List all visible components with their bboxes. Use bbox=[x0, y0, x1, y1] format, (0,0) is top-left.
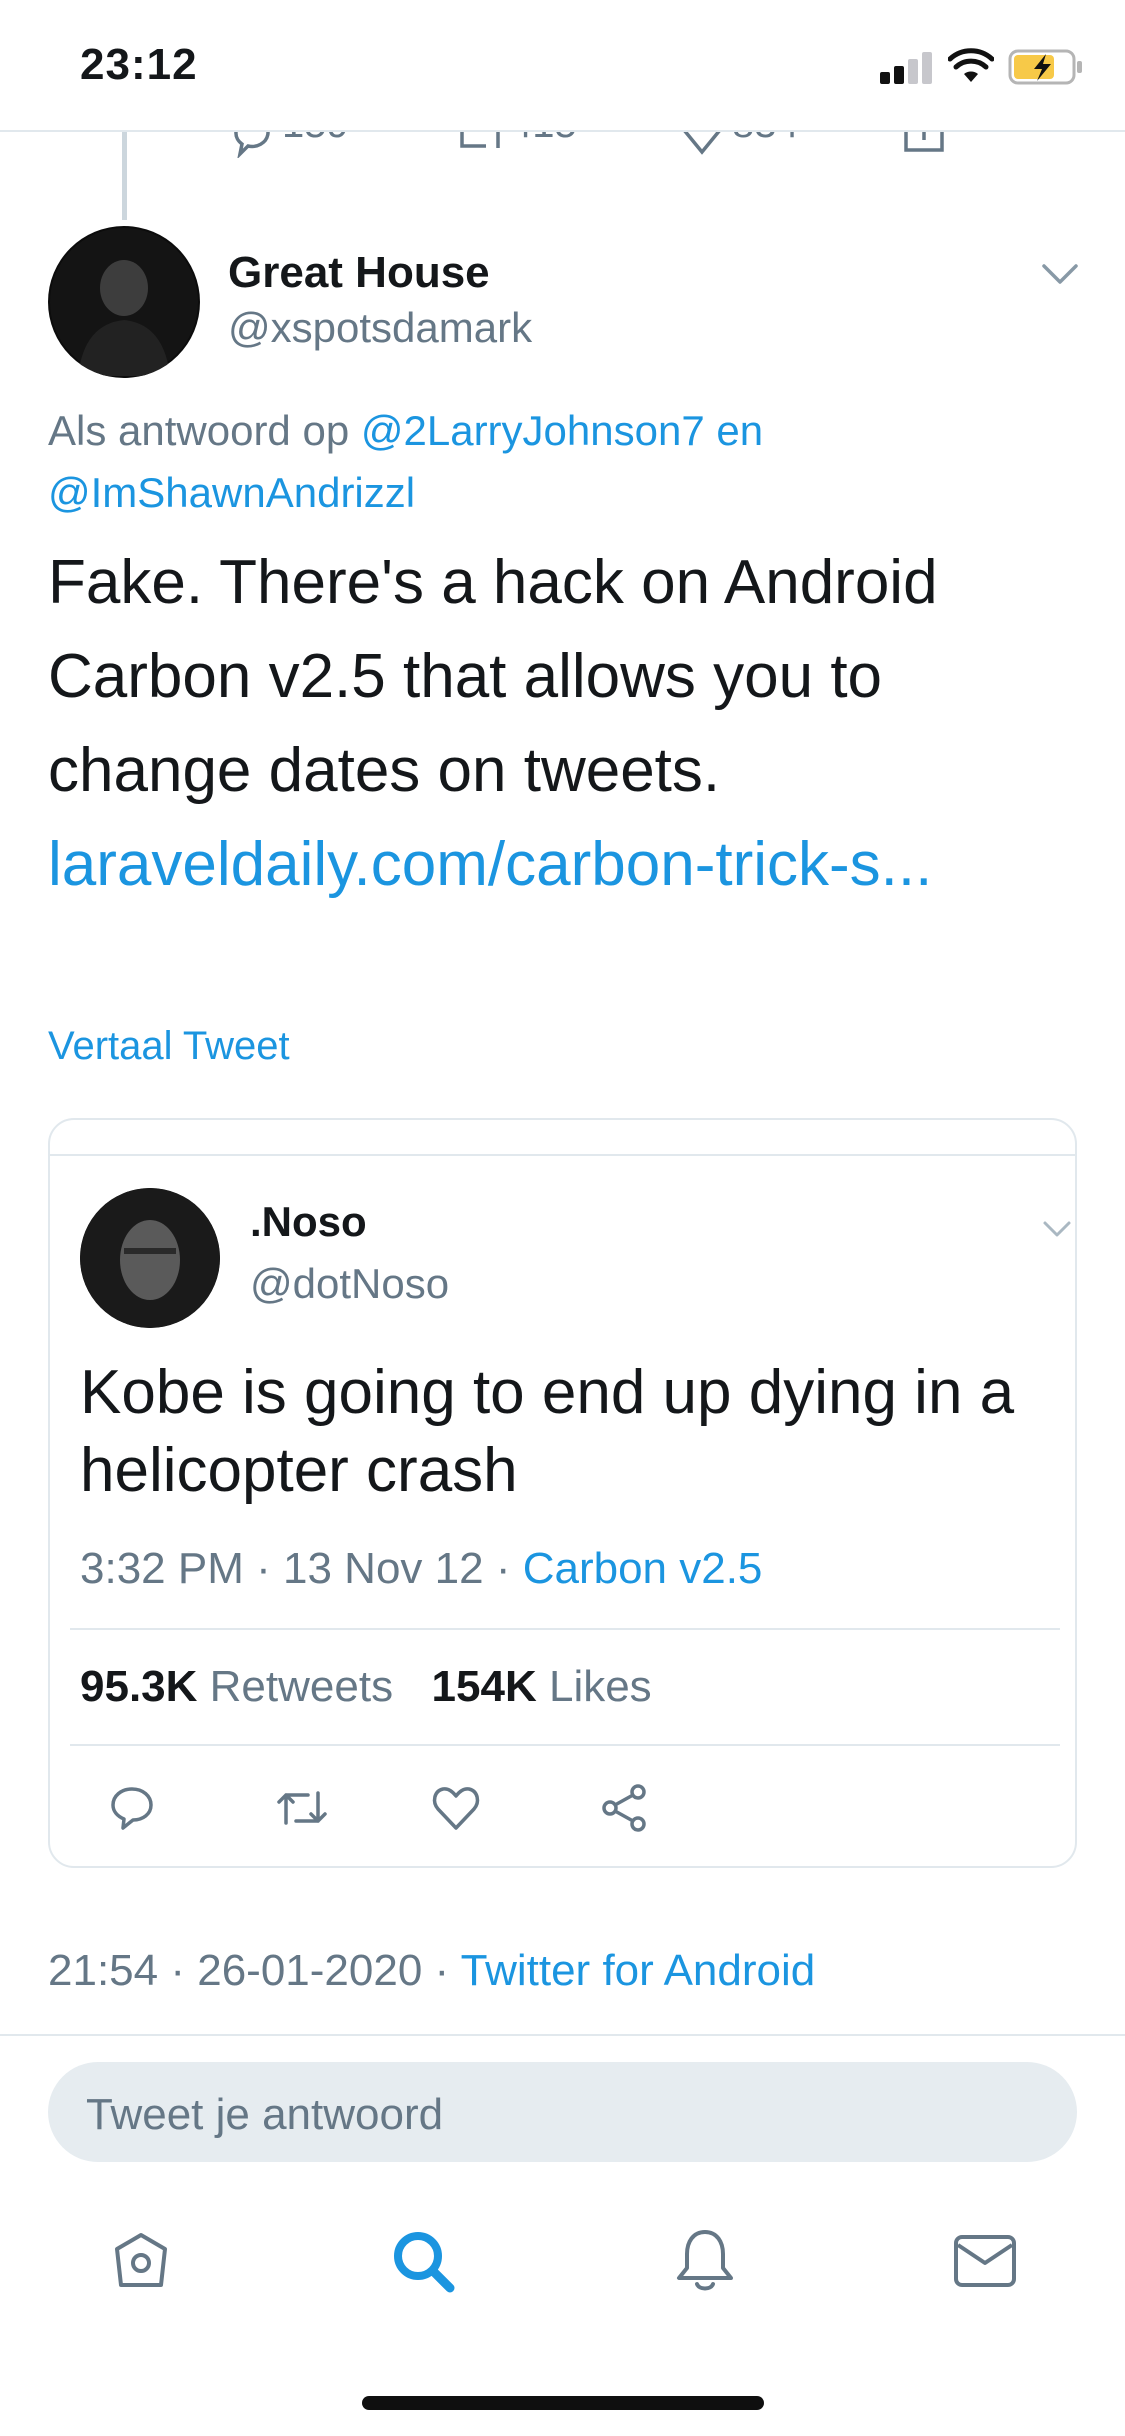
heart-icon bbox=[432, 1787, 480, 1830]
quoted-tweet-card[interactable]: .Noso @dotNoso Kobe is going to end up d… bbox=[48, 1118, 1077, 1868]
reply-mention-link[interactable]: @ImShawnAndrizzl bbox=[48, 469, 415, 516]
quoted-date: 13 Nov 12 bbox=[283, 1544, 484, 1593]
reply-input-placeholder: Tweet je antwoord bbox=[86, 2090, 444, 2139]
home-icon bbox=[115, 2233, 167, 2287]
share-icon bbox=[602, 1784, 646, 1832]
tweet-text: Fake. There's a hack on Android Carbon v… bbox=[48, 548, 938, 805]
retweets-count[interactable]: 95.3K bbox=[80, 1662, 197, 1711]
divider bbox=[0, 2034, 1125, 2036]
reply-context: Als antwoord op @2LarryJohnson7 en @ImSh… bbox=[48, 400, 1078, 524]
quoted-author-name: .Noso bbox=[250, 1198, 367, 1245]
tweet-timestamp: 21:54 · 26-01-2020 · Twitter for Android bbox=[48, 1946, 816, 1995]
nav-home-button[interactable] bbox=[106, 2226, 176, 2296]
reply-input[interactable]: Tweet je antwoord bbox=[48, 2062, 1077, 2162]
quoted-tweet-text: Kobe is going to end up dying in a helic… bbox=[80, 1358, 1015, 1505]
quoted-tweet-meta: 3:32 PM · 13 Nov 12 · Carbon v2.5 bbox=[80, 1544, 763, 1593]
avatar-portrait bbox=[50, 228, 198, 376]
divider bbox=[70, 1628, 1060, 1630]
reply-icon bbox=[111, 1787, 153, 1830]
chevron-down-icon[interactable] bbox=[1042, 1220, 1072, 1238]
author-avatar[interactable] bbox=[48, 226, 200, 378]
quoted-tweet-stats: 95.3K Retweets 154K Likes bbox=[80, 1662, 652, 1712]
search-icon bbox=[394, 2232, 455, 2293]
wifi-icon bbox=[948, 48, 994, 82]
quoted-reply-button[interactable] bbox=[102, 1778, 162, 1838]
likes-count[interactable]: 154K bbox=[432, 1662, 537, 1711]
home-indicator bbox=[362, 2396, 764, 2410]
nav-search-button[interactable] bbox=[388, 2226, 458, 2296]
retweets-label[interactable]: Retweets bbox=[210, 1662, 393, 1711]
quoted-retweet-button[interactable] bbox=[272, 1778, 332, 1838]
messages-icon bbox=[954, 2235, 1016, 2287]
nav-messages-button[interactable] bbox=[950, 2226, 1020, 2296]
translate-tweet-link[interactable]: Vertaal Tweet bbox=[48, 1024, 290, 1069]
retweet-icon bbox=[277, 1791, 327, 1825]
quoted-author-avatar bbox=[80, 1188, 220, 1328]
card-divider bbox=[50, 1154, 1075, 1156]
reply-joiner: en bbox=[716, 407, 764, 454]
nav-notifications-button[interactable] bbox=[670, 2226, 740, 2296]
status-time: 23:12 bbox=[80, 40, 198, 89]
battery-charging-icon bbox=[1008, 49, 1082, 85]
reply-mention-link[interactable]: @2LarryJohnson7 bbox=[361, 407, 705, 454]
tweet-link[interactable]: laraveldaily.com/carbon-trick-s... bbox=[48, 818, 932, 912]
quoted-source-link[interactable]: Carbon v2.5 bbox=[523, 1544, 763, 1593]
cellular-signal-icon bbox=[880, 50, 934, 84]
divider bbox=[70, 1744, 1060, 1746]
status-bar: 23:12 bbox=[0, 0, 1125, 132]
quoted-author-handle: @dotNoso bbox=[250, 1260, 450, 1307]
tweet-date: 26-01-2020 bbox=[197, 1946, 423, 1995]
quoted-like-button[interactable] bbox=[426, 1778, 486, 1838]
chevron-down-icon[interactable] bbox=[1040, 262, 1080, 286]
quoted-time: 3:32 PM bbox=[80, 1544, 244, 1593]
likes-label[interactable]: Likes bbox=[549, 1662, 652, 1711]
author-handle[interactable]: @xspotsdamark bbox=[228, 304, 532, 352]
quoted-share-button[interactable] bbox=[594, 1778, 654, 1838]
tweet-time: 21:54 bbox=[48, 1946, 159, 1995]
tweet-source-link[interactable]: Twitter for Android bbox=[461, 1946, 816, 1995]
thread-connector-line bbox=[122, 132, 127, 220]
avatar-portrait bbox=[80, 1188, 220, 1328]
author-name[interactable]: Great House bbox=[228, 248, 490, 298]
notifications-icon bbox=[677, 2230, 733, 2291]
reply-prefix: Als antwoord op bbox=[48, 407, 350, 454]
